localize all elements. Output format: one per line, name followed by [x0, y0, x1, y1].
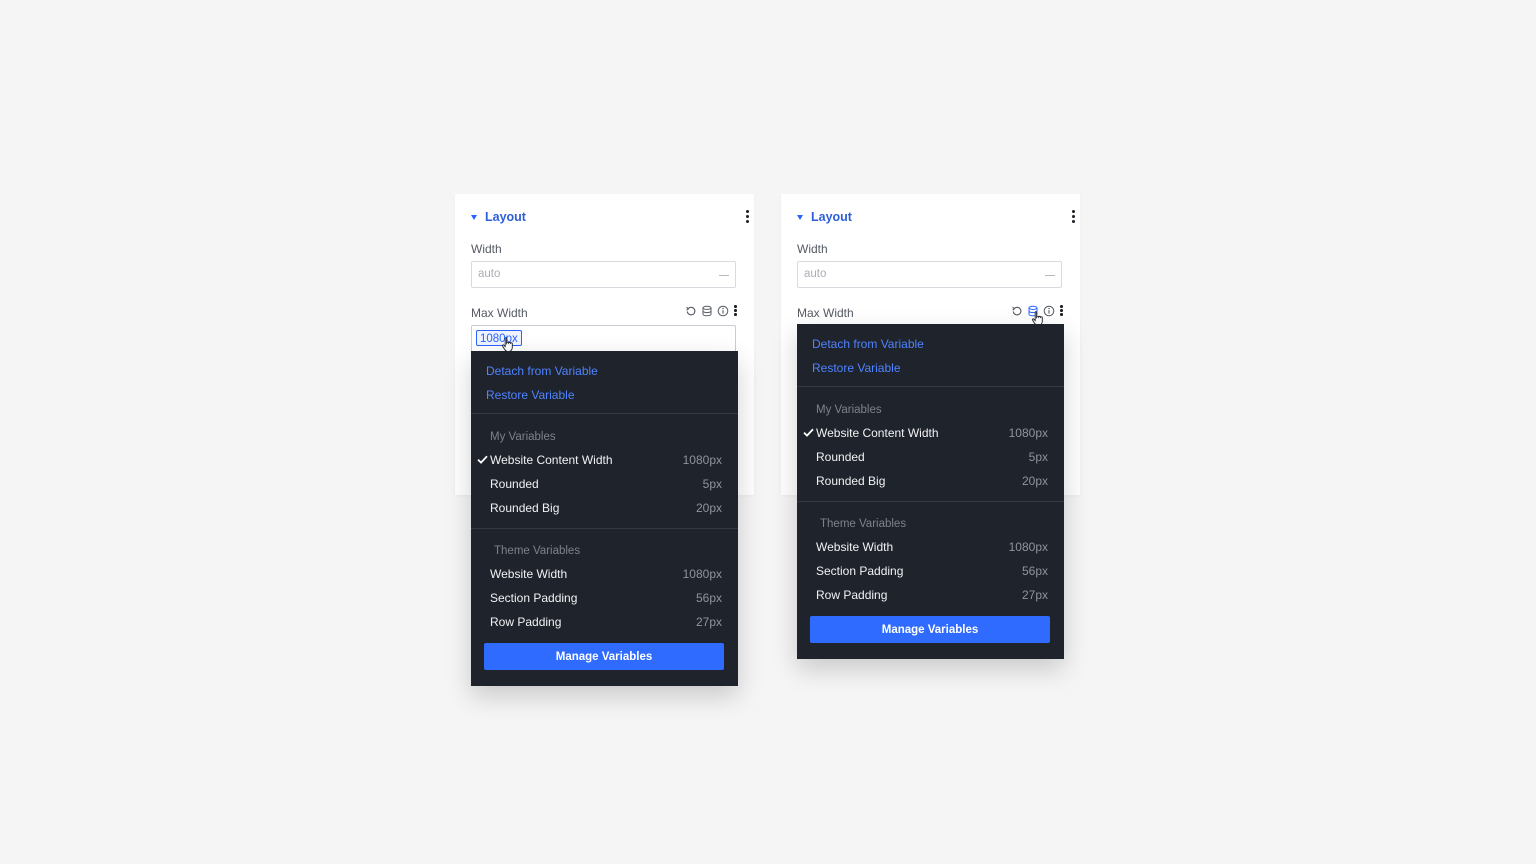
width-input[interactable]: auto	[797, 261, 1062, 288]
width-value: auto	[478, 268, 501, 280]
variable-value: 20px	[695, 501, 722, 515]
max-width-label: Max Width	[797, 306, 854, 320]
more-options-icon[interactable]	[1070, 210, 1076, 224]
variable-item[interactable]: Section Padding 56px	[471, 588, 738, 608]
width-value: auto	[804, 268, 827, 280]
divider	[471, 528, 738, 529]
manage-variables-button[interactable]: Manage Variables	[810, 616, 1050, 643]
minus-icon	[1045, 275, 1055, 276]
reset-icon[interactable]	[685, 305, 697, 317]
more-options-icon[interactable]	[744, 210, 750, 224]
variable-name: Row Padding	[816, 588, 888, 602]
info-icon[interactable]	[1043, 305, 1055, 317]
variable-value: 20px	[1021, 474, 1048, 488]
variable-name: Website Width	[816, 540, 894, 554]
checkmark-icon	[477, 455, 488, 464]
caret-down-icon	[797, 214, 803, 220]
variables-dropdown-b: Detach from Variable Restore Variable My…	[797, 324, 1064, 659]
variable-name: Section Padding	[816, 564, 904, 578]
layout-section-toggle[interactable]: Layout	[797, 210, 852, 224]
variable-name: Rounded	[490, 477, 539, 491]
divider	[471, 413, 738, 414]
max-width-toolbar	[685, 305, 738, 317]
variable-value: 1080px	[682, 453, 722, 467]
max-width-input[interactable]: 1080px	[471, 325, 736, 352]
variable-name: Rounded	[816, 450, 865, 464]
variable-value: 1080px	[682, 567, 722, 581]
width-input[interactable]: auto	[471, 261, 736, 288]
variable-item[interactable]: Rounded Big 20px	[797, 471, 1064, 491]
restore-variable-button[interactable]: Restore Variable	[486, 388, 575, 402]
detach-from-variable-button[interactable]: Detach from Variable	[486, 364, 598, 378]
info-icon[interactable]	[717, 305, 729, 317]
section-title: Layout	[485, 210, 526, 224]
variable-name: Rounded Big	[816, 474, 886, 488]
variable-name: Row Padding	[490, 615, 562, 629]
divider	[797, 501, 1064, 502]
width-label: Width	[471, 242, 502, 256]
max-width-label: Max Width	[471, 306, 528, 320]
caret-down-icon	[471, 214, 477, 220]
section-title: Layout	[811, 210, 852, 224]
reset-icon[interactable]	[1011, 305, 1023, 317]
minus-icon	[719, 275, 729, 276]
variable-value: 56px	[695, 591, 722, 605]
manage-variables-button[interactable]: Manage Variables	[484, 643, 724, 670]
width-label: Width	[797, 242, 828, 256]
variable-value: 5px	[1028, 450, 1048, 464]
variable-item[interactable]: Website Content Width 1080px	[797, 423, 1064, 443]
variable-name: Section Padding	[490, 591, 578, 605]
restore-variable-button[interactable]: Restore Variable	[812, 361, 901, 375]
variable-value: 56px	[1021, 564, 1048, 578]
variable-name: Website Content Width	[490, 453, 613, 467]
variable-item[interactable]: Website Width 1080px	[471, 564, 738, 584]
checkmark-icon	[803, 428, 814, 437]
variable-value: 27px	[695, 615, 722, 629]
variable-name: Website Width	[490, 567, 568, 581]
database-icon[interactable]	[1027, 305, 1039, 317]
variable-name: Rounded Big	[490, 501, 560, 515]
field-options-icon[interactable]	[733, 305, 738, 317]
database-icon[interactable]	[701, 305, 713, 317]
variable-token[interactable]: 1080px	[476, 330, 522, 346]
my-variables-heading: My Variables	[490, 431, 556, 443]
variables-dropdown-a: Detach from Variable Restore Variable My…	[471, 351, 738, 686]
max-width-toolbar	[1011, 305, 1064, 317]
variable-item[interactable]: Row Padding 27px	[471, 612, 738, 632]
layout-section-toggle[interactable]: Layout	[471, 210, 526, 224]
detach-from-variable-button[interactable]: Detach from Variable	[812, 337, 924, 351]
variable-value: 1080px	[1008, 426, 1048, 440]
divider	[797, 386, 1064, 387]
variable-name: Website Content Width	[816, 426, 939, 440]
theme-variables-heading: Theme Variables	[494, 545, 581, 557]
variable-item[interactable]: Section Padding 56px	[797, 561, 1064, 581]
variable-item[interactable]: Website Width 1080px	[797, 537, 1064, 557]
my-variables-heading: My Variables	[816, 404, 882, 416]
variable-item[interactable]: Rounded 5px	[797, 447, 1064, 467]
variable-value: 5px	[702, 477, 722, 491]
variable-value: 27px	[1021, 588, 1048, 602]
field-options-icon[interactable]	[1059, 305, 1064, 317]
theme-variables-heading: Theme Variables	[820, 518, 907, 530]
variable-item[interactable]: Row Padding 27px	[797, 585, 1064, 605]
variable-item[interactable]: Website Content Width 1080px	[471, 450, 738, 470]
variable-value: 1080px	[1008, 540, 1048, 554]
variable-item[interactable]: Rounded Big 20px	[471, 498, 738, 518]
variable-item[interactable]: Rounded 5px	[471, 474, 738, 494]
